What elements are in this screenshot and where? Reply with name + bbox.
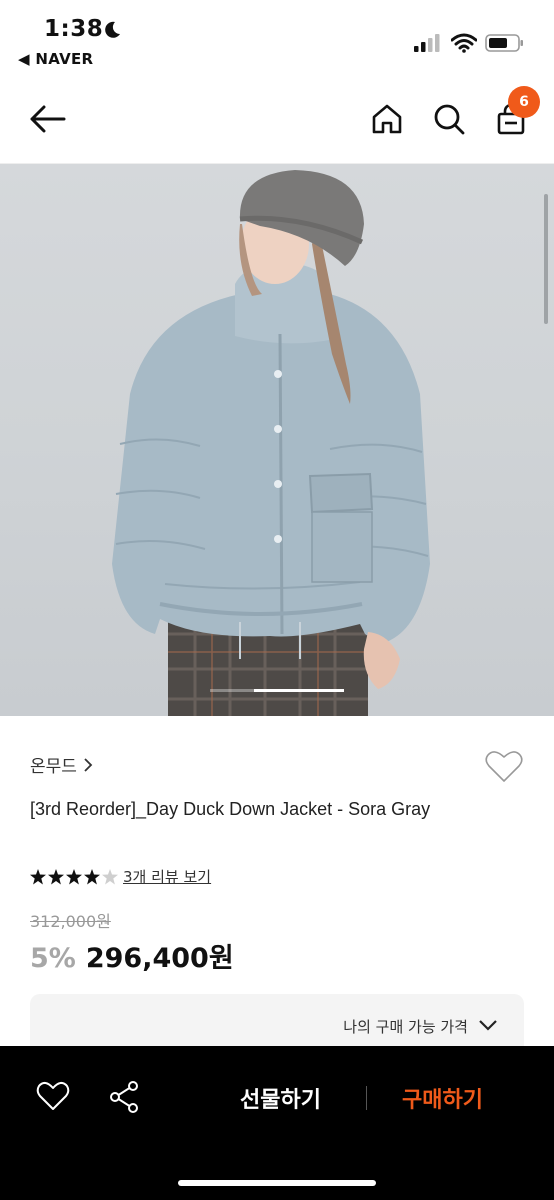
battery-icon <box>485 34 523 52</box>
product-photo-illustration <box>112 170 430 716</box>
star-icon <box>66 868 82 884</box>
discount-rate: 5% <box>30 943 76 974</box>
star-icon <box>84 868 100 884</box>
price-row: 5% 296,400원 <box>30 936 234 975</box>
top-navigation <box>0 80 554 164</box>
button-divider <box>366 1086 367 1110</box>
rating-row: 3개 리뷰 보기 <box>30 866 211 887</box>
buy-button[interactable]: 구매하기 <box>402 1082 483 1114</box>
brand-name: 온무드 <box>30 757 77 777</box>
product-image[interactable] <box>0 164 554 716</box>
gift-button[interactable]: 선물하기 <box>240 1082 321 1114</box>
wifi-icon <box>451 33 477 53</box>
chevron-down-icon <box>479 1020 497 1031</box>
status-bar: 1:38 ◀ NAVER <box>0 0 554 80</box>
image-carousel-position <box>254 689 344 692</box>
share-icon[interactable] <box>108 1080 140 1114</box>
search-icon[interactable] <box>432 102 466 136</box>
back-to-app-link[interactable]: ◀ NAVER <box>18 50 93 68</box>
chevron-right-icon <box>84 757 93 772</box>
page-scrollbar[interactable] <box>544 194 548 324</box>
signal-icon <box>414 34 440 52</box>
sale-price: 296,400원 <box>85 943 234 974</box>
star-icon <box>48 868 64 884</box>
status-time: 1:38 <box>44 16 104 42</box>
my-price-label: 나의 구매 가능 가격 <box>343 1018 468 1036</box>
home-indicator[interactable] <box>178 1180 376 1186</box>
star-icon <box>102 868 118 884</box>
heart-icon[interactable] <box>36 1080 70 1112</box>
product-title: [3rd Reorder]_Day Duck Down Jacket - Sor… <box>30 799 431 819</box>
bottom-action-bar: 선물하기 구매하기 <box>0 1046 554 1200</box>
star-icon <box>30 868 46 884</box>
star-rating <box>30 868 118 884</box>
review-link[interactable]: 3개 리뷰 보기 <box>123 866 211 887</box>
home-icon[interactable] <box>370 102 404 136</box>
heart-icon[interactable] <box>484 748 524 784</box>
cart-count-badge: 6 <box>508 86 540 118</box>
original-price: 312,000원 <box>30 912 111 931</box>
moon-icon <box>105 21 120 38</box>
back-arrow-icon[interactable] <box>28 102 68 136</box>
brand-link[interactable]: 온무드 <box>30 752 93 777</box>
